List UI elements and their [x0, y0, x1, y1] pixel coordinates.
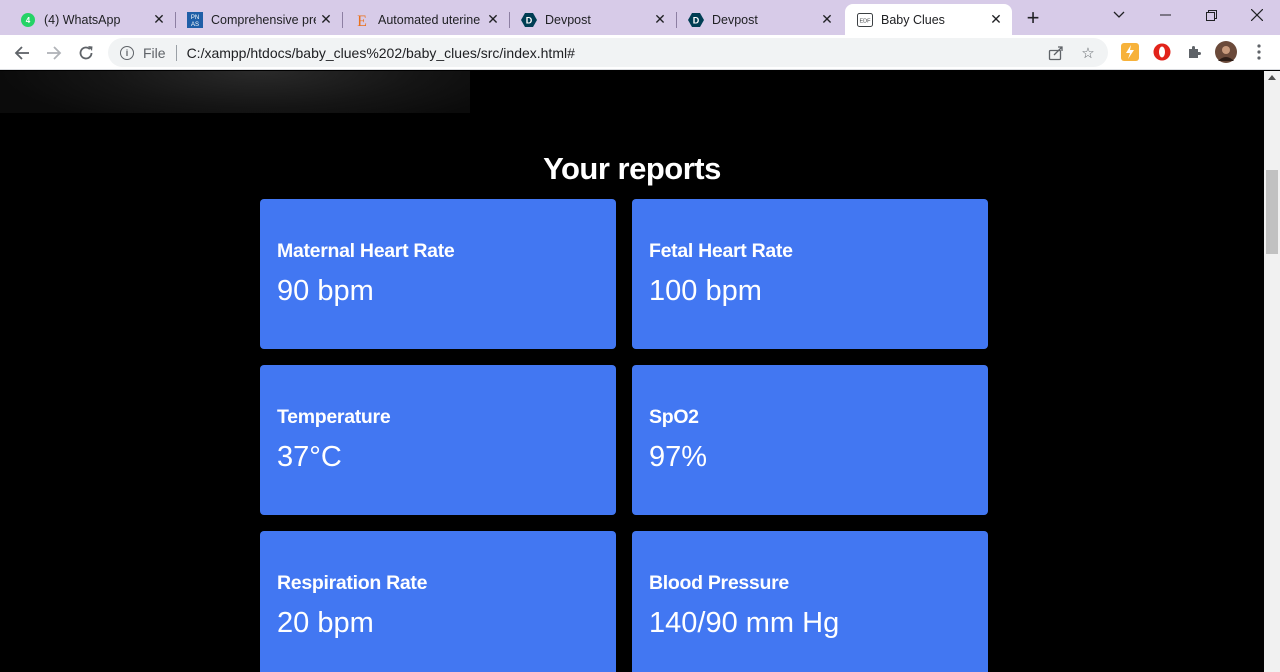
report-value: 140/90 mm Hg — [649, 607, 840, 639]
opera-adblock-icon[interactable] — [1153, 43, 1171, 61]
tab-devpost-2[interactable]: D Devpost ✕ — [676, 4, 843, 35]
url-text[interactable]: C:/xampp/htdocs/baby_clues%202/baby_clue… — [187, 45, 1044, 61]
tab-title: Baby Clues — [881, 12, 945, 27]
svg-text:AS: AS — [191, 22, 199, 28]
reload-button[interactable] — [72, 39, 100, 67]
devpost-icon: D — [521, 12, 537, 28]
pnas-icon: PN AS — [187, 11, 203, 28]
tab-title: Comprehensive pre — [211, 12, 316, 27]
report-card-maternal-heart-rate: Maternal Heart Rate 90 bpm — [260, 199, 616, 349]
report-card-blood-pressure: Blood Pressure 140/90 mm Hg — [632, 531, 988, 672]
close-window-button[interactable] — [1234, 0, 1280, 30]
tab-title: Devpost — [712, 12, 758, 27]
scheme-label: File — [143, 44, 166, 61]
svg-text:4: 4 — [26, 16, 31, 25]
close-icon[interactable]: ✕ — [149, 10, 169, 30]
profile-avatar[interactable] — [1215, 41, 1237, 63]
puzzle-extensions-icon[interactable] — [1185, 43, 1203, 61]
share-icon[interactable] — [1044, 45, 1068, 61]
hero-image-strip — [0, 71, 1264, 113]
report-label: Maternal Heart Rate — [277, 240, 455, 262]
tab-title: Devpost — [545, 12, 591, 27]
forward-button[interactable] — [40, 39, 68, 67]
close-icon[interactable]: ✕ — [817, 10, 837, 30]
document-icon: EDF — [857, 12, 873, 28]
extension-lightning-icon[interactable] — [1121, 43, 1139, 61]
tab-baby-clues[interactable]: EDF Baby Clues ✕ — [845, 4, 1012, 35]
close-icon[interactable]: ✕ — [986, 10, 1006, 30]
svg-text:D: D — [693, 15, 700, 25]
minimize-button[interactable] — [1142, 0, 1188, 30]
back-button[interactable] — [8, 39, 36, 67]
svg-text:PN: PN — [191, 15, 199, 21]
scroll-up-arrow-icon[interactable] — [1268, 75, 1276, 80]
report-card-temperature: Temperature 37°C — [260, 365, 616, 515]
new-tab-button[interactable]: + — [1020, 5, 1046, 30]
report-card-respiration-rate: Respiration Rate 20 bpm — [260, 531, 616, 672]
report-label: Blood Pressure — [649, 572, 789, 594]
report-card-spo2: SpO2 97% — [632, 365, 988, 515]
section-title: Your reports — [543, 151, 721, 186]
tab-strip: 4 (4) WhatsApp ✕ PN AS Comprehensive pre … — [0, 0, 1280, 35]
menu-kebab-icon[interactable] — [1250, 43, 1268, 61]
tab-devpost-1[interactable]: D Devpost ✕ — [509, 4, 677, 35]
restore-button[interactable] — [1188, 0, 1234, 30]
svg-text:D: D — [526, 15, 533, 25]
tab-search-icon[interactable] — [1096, 0, 1142, 30]
report-label: Fetal Heart Rate — [649, 240, 793, 262]
close-icon[interactable]: ✕ — [483, 10, 503, 30]
tab-pnas[interactable]: PN AS Comprehensive pre ✕ — [175, 4, 343, 35]
devpost-icon: D — [688, 12, 704, 28]
tab-title: (4) WhatsApp — [44, 12, 121, 27]
vertical-scrollbar[interactable] — [1264, 71, 1280, 672]
tab-whatsapp[interactable]: 4 (4) WhatsApp ✕ — [8, 4, 176, 35]
browser-toolbar: i File C:/xampp/htdocs/baby_clues%202/ba… — [0, 35, 1280, 70]
address-bar[interactable]: i File C:/xampp/htdocs/baby_clues%202/ba… — [108, 38, 1108, 67]
hero-fade — [470, 71, 1264, 113]
report-value: 90 bpm — [277, 275, 374, 307]
close-icon[interactable]: ✕ — [650, 10, 670, 30]
report-value: 97% — [649, 441, 708, 473]
whatsapp-icon: 4 — [20, 12, 36, 28]
page-viewport: Your reports Maternal Heart Rate 90 bpm … — [0, 71, 1264, 672]
svg-text:E: E — [357, 13, 367, 28]
svg-text:EDF: EDF — [860, 18, 872, 24]
elsevier-icon: E — [354, 12, 370, 28]
divider — [175, 44, 177, 61]
info-icon[interactable]: i — [120, 45, 134, 60]
bookmark-star-icon[interactable]: ☆ — [1076, 44, 1100, 62]
report-value: 20 bpm — [277, 607, 374, 639]
report-card-fetal-heart-rate: Fetal Heart Rate 100 bpm — [632, 199, 988, 349]
scrollbar-thumb[interactable] — [1266, 170, 1278, 254]
report-label: Temperature — [277, 406, 391, 428]
report-label: Respiration Rate — [277, 572, 428, 594]
report-value: 37°C — [277, 441, 342, 473]
report-value: 100 bpm — [649, 275, 762, 307]
tab-title: Automated uterine — [378, 12, 481, 27]
tab-elsevier[interactable]: E Automated uterine ✕ — [342, 4, 510, 35]
report-label: SpO2 — [649, 406, 699, 428]
close-icon[interactable]: ✕ — [316, 10, 336, 30]
